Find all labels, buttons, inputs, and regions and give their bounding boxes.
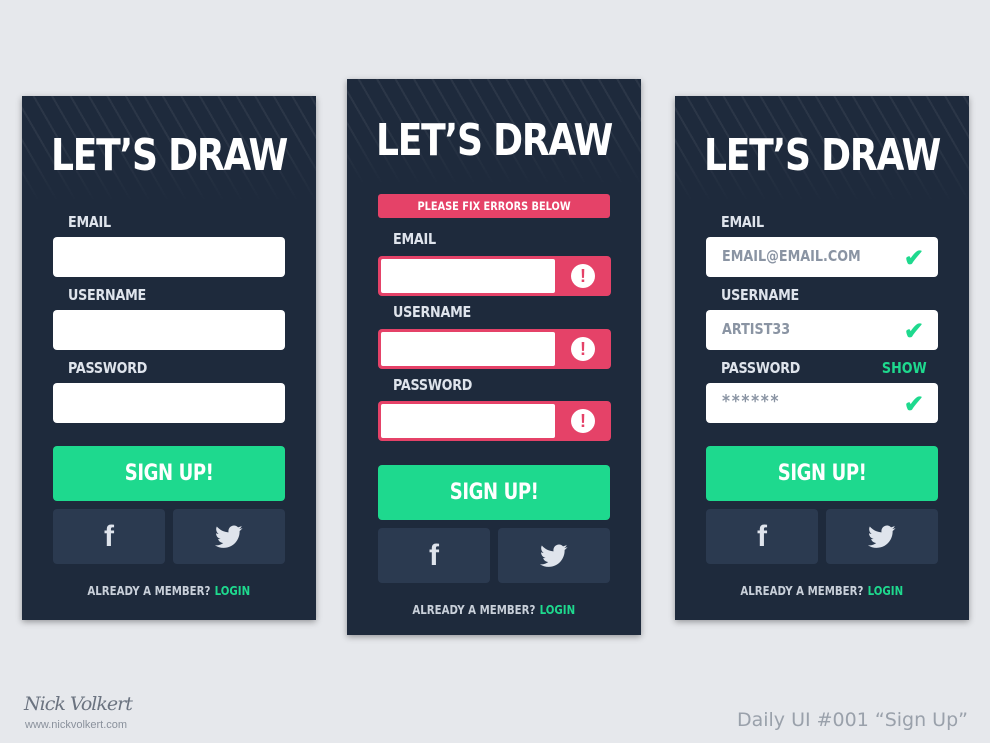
checkmark-icon: ✔ xyxy=(903,391,924,418)
password-field[interactable] xyxy=(381,404,555,438)
card-title: LET’S DRAW xyxy=(375,115,613,166)
twitter-icon xyxy=(868,524,896,548)
facebook-button[interactable]: f xyxy=(53,509,165,564)
twitter-button[interactable] xyxy=(826,509,938,564)
username-field[interactable] xyxy=(381,332,555,366)
twitter-icon xyxy=(215,524,243,548)
alert-icon: ! xyxy=(571,264,595,288)
signup-card-valid: LET’S DRAW EMAIL EMAIL@EMAIL.COM ✔ USERN… xyxy=(675,96,969,620)
show-password-link[interactable]: SHOW xyxy=(882,359,927,377)
facebook-button[interactable]: f xyxy=(378,528,490,583)
email-field-value: EMAIL@EMAIL.COM xyxy=(722,247,861,265)
email-field[interactable] xyxy=(53,237,285,277)
shot-caption: Daily UI #001 “Sign Up” xyxy=(736,709,968,731)
signup-card-errors: LET’S DRAW PLEASE FIX ERRORS BELOW EMAIL… xyxy=(347,79,641,635)
password-field[interactable] xyxy=(53,383,285,423)
alert-icon: ! xyxy=(571,409,595,433)
login-link[interactable]: LOGIN xyxy=(868,584,904,598)
password-field-value: ****** xyxy=(722,391,781,412)
error-banner: PLEASE FIX ERRORS BELOW xyxy=(378,194,610,218)
password-label: PASSWORD xyxy=(721,359,801,377)
username-field-error[interactable]: ! xyxy=(378,329,611,369)
checkmark-icon: ✔ xyxy=(903,245,924,272)
login-prompt: ALREADY A MEMBER? LOGIN xyxy=(675,584,969,598)
designer-signature: Nick Volkert xyxy=(24,693,133,715)
email-label: EMAIL xyxy=(68,213,111,231)
signup-button[interactable]: SIGN UP! xyxy=(378,465,610,520)
facebook-icon: f xyxy=(429,538,439,572)
email-label: EMAIL xyxy=(393,230,436,248)
email-field[interactable] xyxy=(381,259,555,293)
alert-icon: ! xyxy=(571,337,595,361)
twitter-button[interactable] xyxy=(173,509,285,564)
password-label: PASSWORD xyxy=(393,376,473,394)
username-field[interactable] xyxy=(53,310,285,350)
login-prompt: ALREADY A MEMBER? LOGIN xyxy=(347,603,641,617)
facebook-icon: f xyxy=(757,519,767,553)
already-member-text: ALREADY A MEMBER? xyxy=(740,584,864,598)
username-label: USERNAME xyxy=(68,286,146,304)
email-field-error[interactable]: ! xyxy=(378,256,611,296)
twitter-button[interactable] xyxy=(498,528,610,583)
email-label: EMAIL xyxy=(721,213,764,231)
signup-button-label: SIGN UP! xyxy=(449,480,539,505)
already-member-text: ALREADY A MEMBER? xyxy=(412,603,536,617)
facebook-icon: f xyxy=(104,519,114,553)
signup-button[interactable]: SIGN UP! xyxy=(53,446,285,501)
signup-button-label: SIGN UP! xyxy=(124,461,214,486)
card-title: LET’S DRAW xyxy=(50,130,288,181)
already-member-text: ALREADY A MEMBER? xyxy=(87,584,211,598)
designer-website: www.nickvolkert.com xyxy=(25,719,128,731)
password-label: PASSWORD xyxy=(68,359,148,377)
username-label: USERNAME xyxy=(721,286,799,304)
facebook-button[interactable]: f xyxy=(706,509,818,564)
twitter-icon xyxy=(540,543,568,567)
login-link[interactable]: LOGIN xyxy=(540,603,576,617)
email-field[interactable]: EMAIL@EMAIL.COM ✔ xyxy=(706,237,938,277)
username-label: USERNAME xyxy=(393,303,471,321)
signup-button-label: SIGN UP! xyxy=(777,461,867,486)
signup-button[interactable]: SIGN UP! xyxy=(706,446,938,501)
password-field-error[interactable]: ! xyxy=(378,401,611,441)
card-title: LET’S DRAW xyxy=(703,130,941,181)
username-field[interactable]: ARTIST33 ✔ xyxy=(706,310,938,350)
checkmark-icon: ✔ xyxy=(903,318,924,345)
error-banner-text: PLEASE FIX ERRORS BELOW xyxy=(417,199,571,213)
username-field-value: ARTIST33 xyxy=(722,320,791,338)
login-link[interactable]: LOGIN xyxy=(215,584,251,598)
password-field[interactable]: ****** ✔ xyxy=(706,383,938,423)
signup-card-empty: LET’S DRAW EMAIL USERNAME PASSWORD SIGN … xyxy=(22,96,316,620)
login-prompt: ALREADY A MEMBER? LOGIN xyxy=(22,584,316,598)
